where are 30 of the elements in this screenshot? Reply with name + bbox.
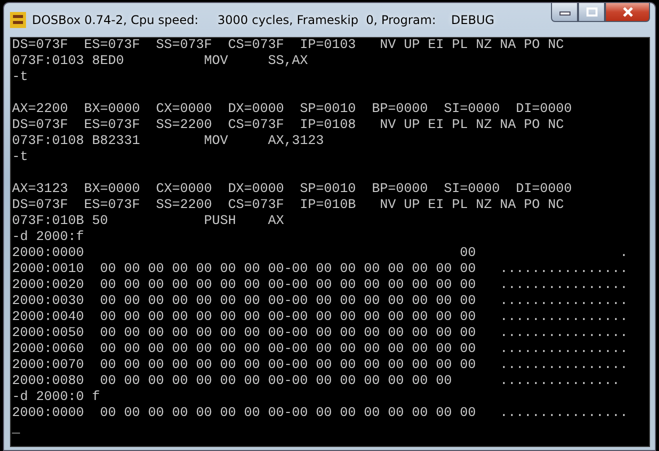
console-line: DS=073F ES=073F SS=073F CS=073F IP=0103 NV UP EI PL NZ NA PO NC [12, 38, 564, 54]
console-line: 2000:0070 00 00 00 00 00 00 00 00-00 00 00 00 00 00 00 00 ................ [12, 358, 628, 374]
minimize-button[interactable] [551, 3, 578, 22]
console-line: AX=2200 BX=0000 CX=0000 DX=0000 SP=0010 BP=0000 SI=0000 DI=0000 [12, 102, 572, 118]
console-line: 2000:0040 00 00 00 00 00 00 00 00-00 00 00 00 00 00 00 00 ................ [12, 310, 628, 326]
console-line: DS=073F ES=073F SS=2200 CS=073F IP=010B NV UP EI PL NZ NA PO NC [12, 198, 564, 214]
console-line: _ [12, 422, 20, 438]
console-line: -d 2000:f [12, 230, 84, 246]
console-line: 2000:0000 00 . [12, 246, 628, 262]
console-line: 2000:0030 00 00 00 00 00 00 00 00-00 00 00 00 00 00 00 00 ................ [12, 294, 628, 310]
close-icon [620, 6, 634, 18]
console-line: 073F:0103 8ED0 MOV SS,AX [12, 54, 308, 70]
console-line: 2000:0020 00 00 00 00 00 00 00 00-00 00 00 00 00 00 00 00 ................ [12, 278, 628, 294]
console-line: -t [12, 70, 28, 86]
console-line: 073F:0108 B82331 MOV AX,3123 [12, 134, 324, 150]
console-line: 2000:0060 00 00 00 00 00 00 00 00-00 00 00 00 00 00 00 00 ................ [12, 342, 628, 358]
console-line: AX=3123 BX=0000 CX=0000 DX=0000 SP=0010 BP=0000 SI=0000 DI=0000 [12, 182, 572, 198]
close-button[interactable] [605, 3, 650, 22]
console-line: 2000:0050 00 00 00 00 00 00 00 00-00 00 00 00 00 00 00 00 ................ [12, 326, 628, 342]
maximize-icon [586, 7, 598, 17]
window-title: DOSBox 0.74-2, Cpu speed: 3000 cycles, Frameskip 0, Program: DEBUG [32, 13, 494, 27]
console-line: 2000:0080 00 00 00 00 00 00 00 00-00 00 00 00 00 00 00 ............... [12, 374, 620, 390]
console-line: DS=073F ES=073F SS=2200 CS=073F IP=0108 NV UP EI PL NZ NA PO NC [12, 118, 564, 134]
console-line: -t [12, 150, 28, 166]
console-line: 2000:0000 00 00 00 00 00 00 00 00-00 00 00 00 00 00 00 00 ................ [12, 406, 628, 422]
maximize-button[interactable] [578, 3, 605, 22]
console-line: 2000:0010 00 00 00 00 00 00 00 00-00 00 00 00 00 00 00 00 ................ [12, 262, 628, 278]
console-line: 073F:010B 50 PUSH AX [12, 214, 284, 230]
app-icon [10, 12, 26, 28]
console-line: -d 2000:0 f [12, 390, 100, 406]
